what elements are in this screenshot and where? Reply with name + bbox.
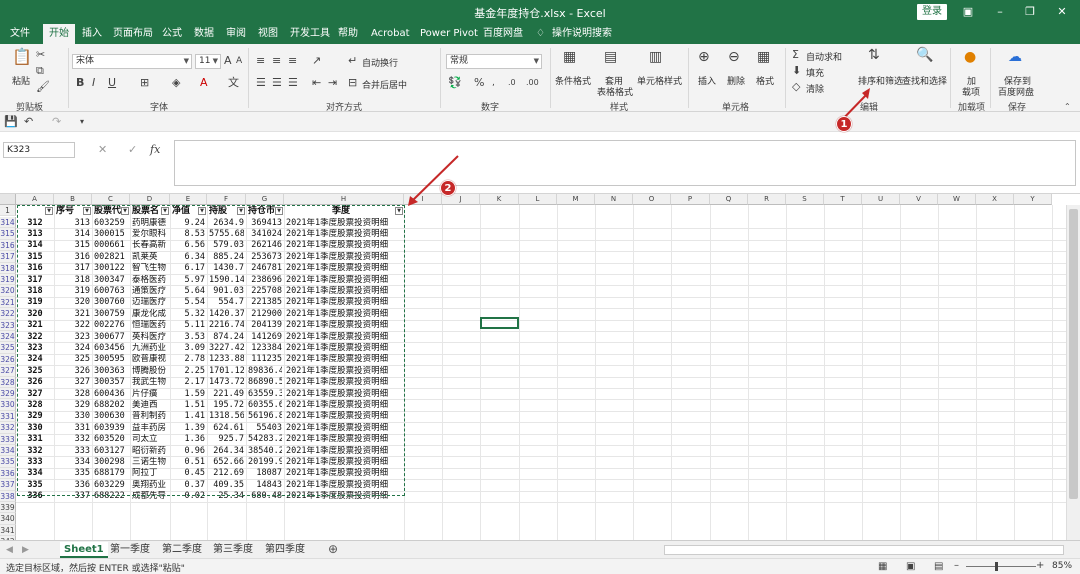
tab-scroll-right-icon[interactable]: ▶ bbox=[22, 543, 29, 557]
horizontal-scrollbar[interactable] bbox=[664, 545, 1064, 555]
status-bar: 选定目标区域，然后按 ENTER 或选择"粘贴" ▦ ▣ ▤ – + 85% bbox=[0, 558, 1080, 574]
zoom-in-icon[interactable]: + bbox=[1036, 559, 1044, 573]
add-sheet-icon[interactable]: ⊕ bbox=[328, 542, 338, 556]
sheet-tabs-bar: ◀ ▶ Sheet1 第一季度 第二季度 第三季度 第四季度 ⊕ bbox=[0, 540, 1080, 558]
callout-badge-1: 1 bbox=[836, 116, 852, 132]
normal-view-icon[interactable]: ▦ bbox=[878, 560, 887, 574]
tab-q2[interactable]: 第二季度 bbox=[162, 542, 202, 558]
zoom-slider-thumb[interactable] bbox=[995, 562, 998, 571]
tab-q1[interactable]: 第一季度 bbox=[110, 542, 150, 558]
callout-badge-2: 2 bbox=[440, 180, 456, 196]
page-break-view-icon[interactable]: ▤ bbox=[934, 560, 943, 574]
status-message: 选定目标区域，然后按 ENTER 或选择"粘贴" bbox=[6, 564, 185, 574]
zoom-out-icon[interactable]: – bbox=[954, 559, 959, 573]
page-layout-view-icon[interactable]: ▣ bbox=[906, 560, 915, 574]
tab-sheet1[interactable]: Sheet1 bbox=[60, 542, 108, 558]
callout-arrows bbox=[408, 88, 870, 206]
zoom-level[interactable]: 85% bbox=[1052, 561, 1072, 571]
tab-q3[interactable]: 第三季度 bbox=[213, 542, 253, 558]
zoom-slider[interactable] bbox=[966, 566, 1036, 567]
tab-scroll-left-icon[interactable]: ◀ bbox=[6, 543, 13, 557]
tab-q4[interactable]: 第四季度 bbox=[265, 542, 305, 558]
